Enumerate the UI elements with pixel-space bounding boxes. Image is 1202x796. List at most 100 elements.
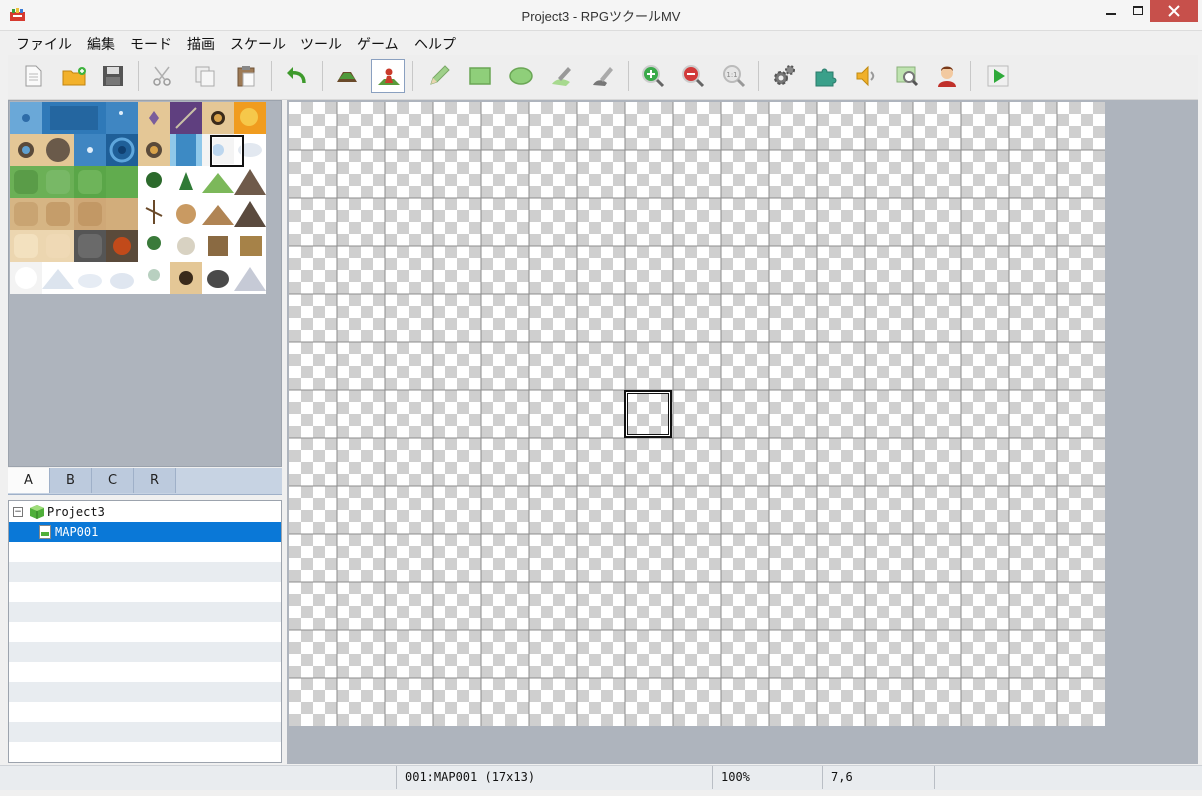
menu-help[interactable]: ヘルプ (414, 34, 456, 54)
minimize-button[interactable] (1096, 0, 1126, 22)
map-editor-area[interactable] (287, 100, 1198, 764)
map-cursor (624, 390, 672, 438)
fill-icon (552, 67, 571, 86)
status-divider (934, 766, 935, 789)
collapse-toggle-icon[interactable]: − (13, 507, 23, 517)
event-searcher-icon (896, 66, 919, 87)
undo-icon (287, 67, 306, 84)
database-button[interactable] (767, 59, 801, 93)
copy-button[interactable] (188, 59, 222, 93)
status-map-info: 001:MAP001 (17x13) (396, 766, 712, 789)
tree-empty-row (9, 662, 281, 682)
character-generator-button[interactable] (930, 59, 964, 93)
map-icon (39, 525, 51, 539)
tab-b[interactable]: B (50, 468, 92, 493)
rectangle-button[interactable] (463, 59, 497, 93)
tab-a[interactable]: A (8, 468, 50, 493)
tree-empty-row (9, 582, 281, 602)
toolbar-separator (628, 61, 629, 91)
rectangle-icon (469, 67, 491, 85)
pencil-button[interactable] (422, 59, 456, 93)
close-button[interactable] (1150, 0, 1198, 22)
maximize-icon (1133, 6, 1143, 15)
actual-size-icon: 1:1 (723, 65, 746, 88)
new-project-button[interactable] (16, 59, 50, 93)
menu-bar: ファイル 編集 モード 描画 スケール ツール ゲーム ヘルプ (8, 32, 1198, 54)
tree-empty-row (9, 562, 281, 582)
close-icon (1168, 5, 1180, 17)
minimize-icon (1106, 13, 1116, 15)
tree-empty-row (9, 742, 281, 762)
tab-r[interactable]: R (134, 468, 176, 493)
actual-size-button[interactable]: 1:1 (717, 59, 751, 93)
window-title: Project3 - RPGツクールMV (521, 9, 681, 24)
tree-project-node[interactable]: − Project3 (9, 502, 281, 522)
toolbar: 1:1 (8, 55, 1198, 100)
toolbar-separator (271, 61, 272, 91)
title-bar: Project3 - RPGツクールMV (0, 0, 1202, 31)
tree-empty-row (9, 622, 281, 642)
menu-game[interactable]: ゲーム (357, 34, 399, 54)
ellipse-button[interactable] (504, 59, 538, 93)
ellipse-icon (509, 67, 533, 85)
cut-button[interactable] (146, 59, 180, 93)
tree-map-node[interactable]: MAP001 (9, 522, 281, 542)
fill-button[interactable] (545, 59, 579, 93)
new-project-icon (25, 65, 42, 87)
character-generator-icon (938, 66, 956, 87)
zoom-in-icon (642, 65, 665, 88)
menu-mode[interactable]: モード (130, 34, 172, 54)
shadow-pen-icon (593, 67, 613, 86)
tab-c[interactable]: C (92, 468, 134, 493)
svg-text:1:1: 1:1 (726, 71, 737, 79)
open-project-button[interactable] (57, 59, 91, 93)
tree-empty-row (9, 722, 281, 742)
sound-test-button[interactable] (849, 59, 883, 93)
cut-icon (153, 66, 171, 86)
toolbar-separator (412, 61, 413, 91)
project-label: Project3 (47, 505, 105, 519)
plugin-manager-button[interactable] (808, 59, 842, 93)
undo-button[interactable] (280, 59, 314, 93)
paste-icon (237, 66, 255, 87)
tree-empty-row (9, 682, 281, 702)
tileset-tabs: A B C R (8, 468, 282, 495)
status-zoom: 100% (712, 766, 822, 789)
tree-empty-row (9, 642, 281, 662)
event-mode-icon (378, 68, 400, 85)
zoom-out-button[interactable] (676, 59, 710, 93)
map-mode-icon (337, 72, 357, 82)
map-canvas[interactable] (289, 102, 1105, 726)
map-label: MAP001 (55, 525, 99, 539)
status-coordinates: 7,6 (822, 766, 934, 789)
tile-palette[interactable] (8, 100, 282, 467)
map-mode-button[interactable] (330, 59, 364, 93)
event-mode-button[interactable] (371, 59, 405, 93)
zoom-in-button[interactable] (636, 59, 670, 93)
tree-empty-row (9, 542, 281, 562)
menu-edit[interactable]: 編集 (87, 34, 115, 54)
tile-selection-cursor (210, 135, 244, 167)
zoom-out-icon (682, 65, 705, 88)
project-icon (30, 505, 44, 519)
toolbar-separator (970, 61, 971, 91)
pencil-icon (430, 65, 450, 85)
paste-button[interactable] (229, 59, 263, 93)
playtest-button[interactable] (981, 59, 1015, 93)
menu-file[interactable]: ファイル (16, 34, 72, 54)
save-project-button[interactable] (96, 59, 130, 93)
event-searcher-button[interactable] (890, 59, 924, 93)
playtest-icon (987, 65, 1009, 87)
menu-scale[interactable]: スケール (230, 34, 286, 54)
menu-tools[interactable]: ツール (300, 34, 342, 54)
save-project-icon (103, 66, 123, 86)
menu-draw[interactable]: 描画 (187, 34, 215, 54)
toolbar-separator (138, 61, 139, 91)
tileset-a-tiles[interactable] (9, 101, 267, 295)
sound-test-icon (856, 65, 875, 87)
map-grid-lines (289, 102, 1105, 726)
toolbar-separator (322, 61, 323, 91)
maximize-button[interactable] (1123, 0, 1153, 22)
shadow-pen-button[interactable] (586, 59, 620, 93)
toolbar-separator (758, 61, 759, 91)
